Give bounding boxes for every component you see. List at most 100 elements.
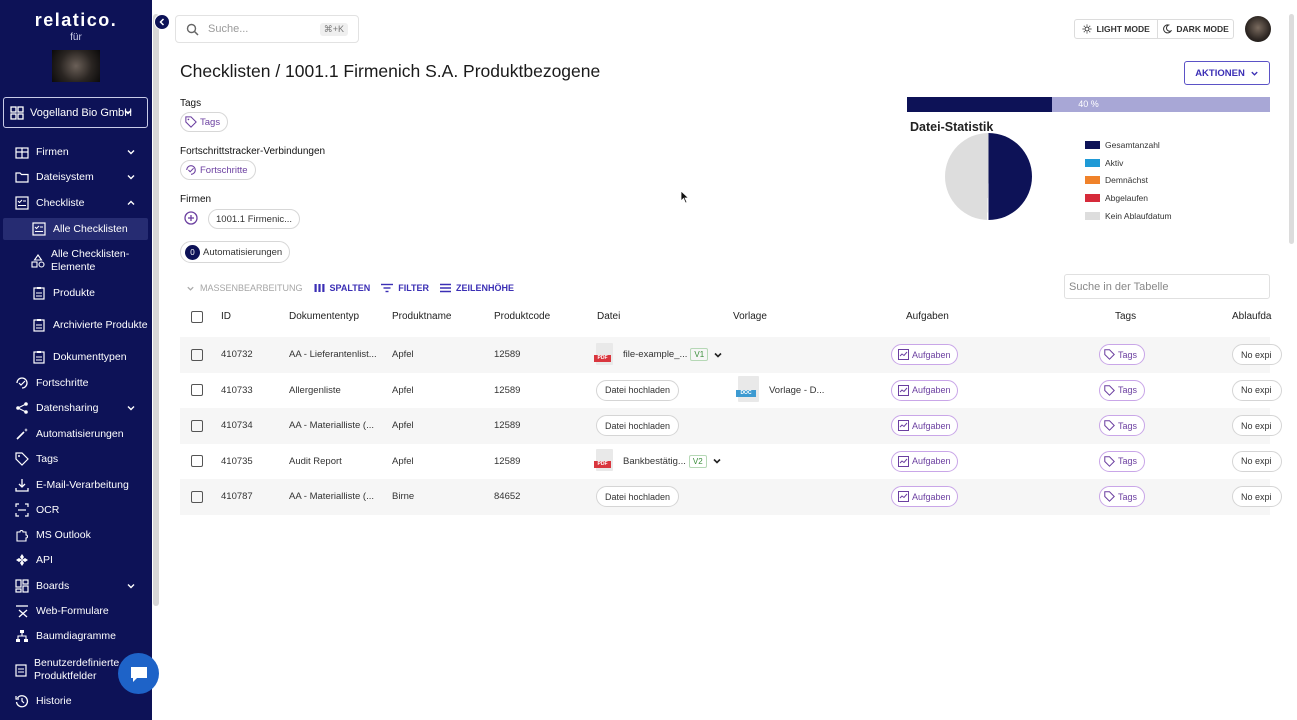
table-search-input[interactable]: Suche in der Tabelle [1064, 274, 1270, 299]
sidebar-item-baumdiagramme[interactable]: Baumdiagramme [3, 625, 148, 647]
sidebar-scrollbar[interactable] [153, 14, 159, 606]
global-search-input[interactable]: Suche... ⌘+K [175, 15, 359, 43]
add-circle-icon[interactable] [184, 211, 198, 225]
sidebar-item-dateisystem[interactable]: Dateisystem [3, 166, 148, 188]
sidebar-item-email-verarbeitung[interactable]: E-Mail-Verarbeitung [3, 474, 148, 496]
sidebar-item-web-formulare[interactable]: Web-Formulare [3, 600, 148, 622]
upload-file-button[interactable]: Datei hochladen [596, 486, 680, 508]
user-avatar[interactable] [1245, 16, 1271, 42]
tasks-button[interactable]: Aufgaben [891, 379, 958, 401]
density-icon [440, 283, 452, 293]
table-row[interactable]: 410733 Allergenliste Apfel 12589 Datei h… [180, 373, 1282, 409]
filter-button[interactable]: FILTER [381, 283, 429, 293]
file-name-link[interactable]: Bankbestätig... [623, 456, 686, 467]
row-checkbox[interactable] [191, 455, 203, 468]
sidebar-item-produkte[interactable]: Produkte [3, 282, 148, 304]
page-scrollbar[interactable] [1289, 14, 1294, 244]
sidebar-item-ocr[interactable]: OCR [3, 499, 148, 521]
chevron-left-icon [159, 18, 165, 26]
column-header-tasks[interactable]: Aufgaben [906, 311, 949, 322]
tags-chip[interactable]: Tags [180, 112, 229, 132]
column-header-id[interactable]: ID [221, 311, 231, 322]
row-height-button[interactable]: ZEILENHÖHE [440, 283, 514, 293]
sidebar-item-label: Boards [36, 580, 70, 592]
upload-file-button[interactable]: Datei hochladen [596, 415, 680, 437]
bulk-edit-button[interactable]: MASSENBEARBEITUNG [186, 283, 303, 293]
cell-type: Audit Report [289, 455, 342, 467]
tasks-button[interactable]: Aufgaben [891, 344, 958, 366]
template-link[interactable]: Vorlage - D... [769, 385, 824, 396]
version-badge[interactable]: V1 [690, 348, 709, 362]
table-row[interactable]: 410735 Audit Report Apfel 12589 PDF Bank… [180, 444, 1282, 480]
columns-button[interactable]: SPALTEN [314, 283, 370, 293]
dark-mode-button[interactable]: DARK MODE [1158, 20, 1233, 38]
sidebar-item-automatisierungen[interactable]: Automatisierungen [3, 423, 148, 445]
sidebar-item-boards[interactable]: Boards [3, 575, 148, 597]
row-checkbox[interactable] [191, 348, 203, 361]
stats-legend: Gesamtanzahl Aktiv Demnächst Abgelaufen … [1085, 136, 1172, 225]
column-header-file[interactable]: Datei [597, 311, 620, 322]
table-row[interactable]: 410734 AA - Materialliste (... Apfel 125… [180, 408, 1282, 444]
tasks-button[interactable]: Aufgaben [891, 450, 958, 472]
expiry-button[interactable]: No expi [1232, 344, 1282, 366]
sidebar-item-historie[interactable]: Historie [3, 690, 148, 712]
row-tags-button[interactable]: Tags [1099, 415, 1146, 437]
version-badge[interactable]: V2 [688, 454, 707, 468]
sidebar-item-dokumenttypen[interactable]: Dokumenttypen [3, 346, 148, 368]
progress-chip[interactable]: Fortschritte [180, 160, 256, 180]
select-all-checkbox[interactable] [191, 311, 203, 323]
firm-chip[interactable]: 1001.1 Firmenic... [208, 209, 301, 229]
row-checkbox[interactable] [191, 419, 203, 432]
sidebar-item-checkliste[interactable]: Checkliste [3, 192, 148, 214]
expiry-button[interactable]: No expi [1232, 486, 1282, 508]
collapse-sidebar-button[interactable] [154, 14, 170, 30]
tasks-button[interactable]: Aufgaben [891, 415, 958, 437]
column-header-code[interactable]: Produktcode [494, 311, 550, 322]
chevron-down-icon[interactable] [712, 456, 722, 466]
sidebar-item-tags[interactable]: Tags [3, 448, 148, 470]
chevron-down-icon [127, 150, 135, 155]
column-header-expiry[interactable]: Ablaufda [1232, 311, 1271, 322]
sidebar-item-label: Benutzerdefinierte Produktfelder [34, 657, 120, 682]
row-tags-button[interactable]: Tags [1099, 450, 1146, 472]
chevron-down-icon [127, 584, 135, 589]
chevron-down-icon[interactable] [713, 350, 723, 360]
row-tags-button[interactable]: Tags [1099, 379, 1146, 401]
upload-file-button[interactable]: Datei hochladen [596, 379, 680, 401]
row-tags-button[interactable]: Tags [1099, 486, 1146, 508]
file-name-link[interactable]: file-example_... [623, 349, 687, 360]
automations-label: Automatisierungen [203, 246, 283, 258]
tasks-button[interactable]: Aufgaben [891, 486, 958, 508]
sidebar-item-benutzerdefinierte-produktfelder[interactable]: Benutzerdefinierte Produktfelder [3, 655, 119, 685]
sidebar-item-label: Web-Formulare [36, 605, 109, 617]
expiry-button[interactable]: No expi [1232, 450, 1282, 472]
column-header-template[interactable]: Vorlage [733, 311, 767, 322]
cell-product: Apfel [392, 349, 414, 361]
light-mode-button[interactable]: LIGHT MODE [1075, 20, 1159, 38]
organization-select[interactable]: Vogelland Bio GmbH [3, 97, 148, 128]
actions-button[interactable]: AKTIONEN [1184, 61, 1270, 85]
pdf-file-icon[interactable]: PDF [594, 449, 614, 473]
row-tags-button[interactable]: Tags [1099, 344, 1146, 366]
pdf-file-icon[interactable]: PDF [594, 342, 614, 367]
expiry-button[interactable]: No expi [1232, 415, 1282, 437]
column-header-product[interactable]: Produktname [392, 311, 451, 322]
row-checkbox[interactable] [191, 490, 203, 503]
column-header-type[interactable]: Dokumententyp [289, 311, 359, 322]
sidebar-item-datensharing[interactable]: Datensharing [3, 397, 148, 419]
row-checkbox[interactable] [191, 384, 203, 397]
sidebar-item-api[interactable]: API [3, 549, 148, 571]
sidebar-item-fortschritte[interactable]: Fortschritte [3, 372, 148, 394]
automations-chip[interactable]: 0 Automatisierungen [180, 241, 291, 263]
table-row[interactable]: 410787 AA - Materialliste (... Birne 846… [180, 479, 1282, 515]
sidebar-item-ms-outlook[interactable]: MS Outlook [3, 524, 148, 546]
sidebar-item-firmen[interactable]: Firmen [3, 141, 148, 163]
chat-button[interactable] [118, 653, 159, 694]
sidebar-item-archivierte-produkte[interactable]: Archivierte Produkte [3, 310, 148, 340]
expiry-button[interactable]: No expi [1232, 379, 1282, 401]
column-header-tags[interactable]: Tags [1115, 311, 1136, 322]
sidebar-item-alle-checklisten[interactable]: Alle Checklisten [3, 218, 148, 240]
sidebar-item-alle-checklisten-elemente[interactable]: Alle Checklisten-Elemente [3, 246, 148, 276]
table-row[interactable]: 410732 AA - Lieferantenlist... Apfel 125… [180, 337, 1282, 373]
doc-file-icon[interactable]: DOC [736, 376, 760, 404]
